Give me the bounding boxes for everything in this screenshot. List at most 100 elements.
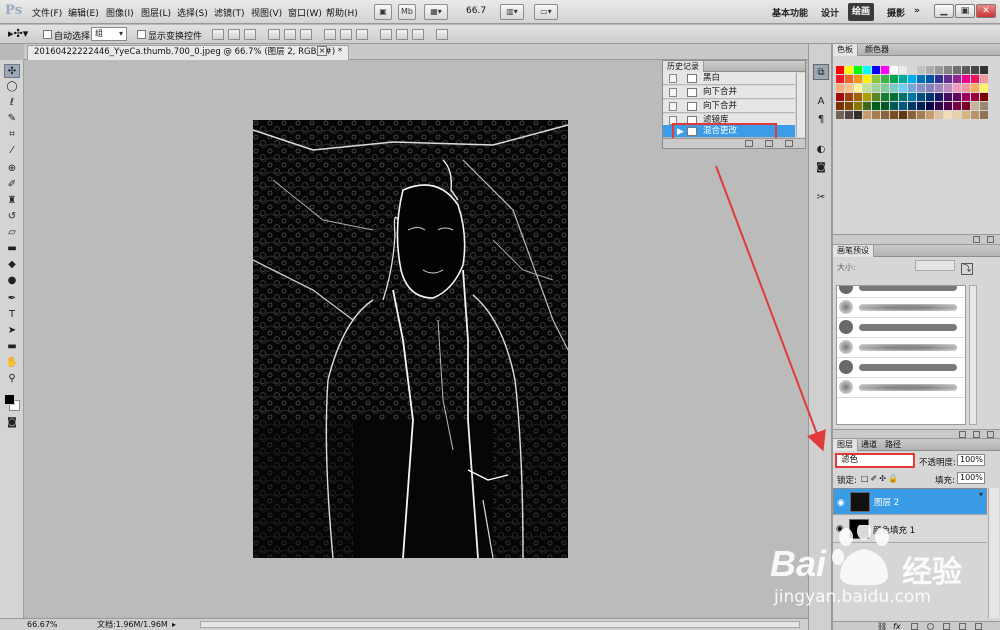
close-button[interactable]: ✕ bbox=[976, 4, 996, 18]
zoom-tool-icon[interactable]: ⚲ bbox=[4, 372, 20, 386]
color-swatch[interactable] bbox=[944, 84, 952, 92]
color-swatch[interactable] bbox=[890, 66, 898, 74]
color-swatch[interactable] bbox=[953, 66, 961, 74]
color-swatch[interactable] bbox=[845, 66, 853, 74]
color-swatch[interactable] bbox=[836, 102, 844, 110]
color-swatch[interactable] bbox=[962, 66, 970, 74]
hand-tool-icon[interactable]: ✋ bbox=[4, 356, 20, 370]
fill-input[interactable]: 100% bbox=[957, 472, 985, 484]
color-swatch[interactable] bbox=[917, 84, 925, 92]
color-swatch[interactable] bbox=[899, 84, 907, 92]
color-swatch[interactable] bbox=[836, 84, 844, 92]
blur-tool-icon[interactable]: ◆ bbox=[4, 258, 20, 272]
paragraph-panel-icon[interactable]: ¶ bbox=[813, 112, 829, 128]
tab-channels[interactable]: 通道 bbox=[857, 439, 881, 451]
color-swatch[interactable] bbox=[845, 75, 853, 83]
lasso-tool-icon[interactable]: ℓ bbox=[4, 96, 20, 110]
show-transform-checkbox[interactable] bbox=[137, 30, 146, 39]
workspace-painting[interactable]: 绘画 bbox=[848, 3, 875, 21]
color-swatch[interactable] bbox=[935, 93, 943, 101]
bridge-button[interactable]: ▣ bbox=[374, 4, 392, 20]
delete-swatch-icon[interactable] bbox=[987, 236, 994, 243]
brush-preset[interactable] bbox=[837, 358, 965, 378]
tools-presets-icon[interactable]: ✂ bbox=[813, 190, 829, 206]
color-swatch[interactable] bbox=[863, 111, 871, 119]
align-top-icon[interactable] bbox=[212, 29, 224, 40]
foreground-color-swatch[interactable] bbox=[4, 394, 15, 405]
eraser-tool-icon[interactable]: ▱ bbox=[4, 226, 20, 240]
color-swatch[interactable] bbox=[854, 84, 862, 92]
history-snapshot-box[interactable] bbox=[669, 102, 677, 111]
color-swatch[interactable] bbox=[836, 75, 844, 83]
history-item[interactable]: 向下合并 bbox=[663, 100, 795, 113]
layer-name[interactable]: 图层 2 bbox=[874, 497, 899, 509]
tab-swatches[interactable]: 色板 bbox=[833, 44, 858, 56]
align-vcenter-icon[interactable] bbox=[228, 29, 240, 40]
history-snapshot-box[interactable] bbox=[669, 88, 677, 97]
color-swatch[interactable] bbox=[953, 93, 961, 101]
brush-preset[interactable] bbox=[837, 378, 965, 398]
status-zoom[interactable]: 66.67% bbox=[27, 619, 58, 630]
color-swatch[interactable] bbox=[917, 75, 925, 83]
color-swatch[interactable] bbox=[908, 93, 916, 101]
brush-preset[interactable] bbox=[837, 286, 965, 298]
color-swatch[interactable] bbox=[953, 111, 961, 119]
opacity-input[interactable]: 100% bbox=[957, 454, 985, 466]
color-swatch[interactable] bbox=[854, 93, 862, 101]
menu-view[interactable]: 视图(V) bbox=[251, 6, 282, 19]
color-swatch[interactable] bbox=[863, 84, 871, 92]
workspace-photography[interactable]: 摄影 bbox=[887, 6, 905, 19]
color-swatch[interactable] bbox=[980, 66, 988, 74]
color-swatch[interactable] bbox=[971, 111, 979, 119]
color-swatch[interactable] bbox=[845, 84, 853, 92]
status-doc-info[interactable]: 文档:1.96M/1.96M bbox=[97, 619, 168, 630]
color-swatch[interactable] bbox=[935, 84, 943, 92]
color-swatch[interactable] bbox=[908, 66, 916, 74]
color-swatch[interactable] bbox=[908, 111, 916, 119]
workspace-design[interactable]: 设计 bbox=[821, 6, 839, 19]
color-swatch[interactable] bbox=[944, 102, 952, 110]
delete-state-icon[interactable] bbox=[785, 140, 793, 147]
color-swatch[interactable] bbox=[926, 66, 934, 74]
color-swatch[interactable] bbox=[890, 111, 898, 119]
color-swatch[interactable] bbox=[953, 102, 961, 110]
menu-help[interactable]: 帮助(H) bbox=[326, 6, 358, 19]
history-tab[interactable]: 历史记录 bbox=[663, 61, 704, 72]
delete-brush-icon[interactable] bbox=[987, 431, 994, 438]
color-swatch[interactable] bbox=[926, 84, 934, 92]
marquee-tool-icon[interactable]: ◯ bbox=[4, 80, 20, 94]
color-swatch[interactable] bbox=[962, 84, 970, 92]
restore-button[interactable]: ▣ bbox=[955, 4, 975, 18]
color-swatch[interactable] bbox=[899, 93, 907, 101]
color-swatch[interactable] bbox=[854, 111, 862, 119]
color-swatch[interactable] bbox=[881, 75, 889, 83]
color-swatch[interactable] bbox=[980, 75, 988, 83]
color-swatch[interactable] bbox=[899, 75, 907, 83]
color-swatch[interactable] bbox=[971, 84, 979, 92]
new-document-from-state-icon[interactable] bbox=[745, 140, 753, 147]
new-swatch-icon[interactable] bbox=[973, 236, 980, 243]
color-swatch[interactable] bbox=[836, 111, 844, 119]
color-swatch[interactable] bbox=[863, 66, 871, 74]
color-swatch[interactable] bbox=[845, 93, 853, 101]
color-swatch[interactable] bbox=[872, 111, 880, 119]
distribute-left-icon[interactable] bbox=[380, 29, 392, 40]
color-swatch[interactable] bbox=[971, 66, 979, 74]
create-brush-icon[interactable]: ⤵ bbox=[961, 263, 973, 275]
color-swatch[interactable] bbox=[881, 84, 889, 92]
menu-layer[interactable]: 图层(L) bbox=[141, 6, 171, 19]
color-swatch[interactable] bbox=[971, 75, 979, 83]
color-swatch[interactable] bbox=[917, 93, 925, 101]
workspace-more-button[interactable]: » bbox=[914, 6, 920, 16]
auto-align-icon[interactable] bbox=[436, 29, 448, 40]
zoom-level[interactable]: 66.7 bbox=[466, 6, 486, 16]
color-swatch[interactable] bbox=[971, 102, 979, 110]
color-swatch[interactable] bbox=[917, 66, 925, 74]
distribute-top-icon[interactable] bbox=[324, 29, 336, 40]
color-swatch[interactable] bbox=[935, 75, 943, 83]
color-swatch[interactable] bbox=[899, 111, 907, 119]
color-swatch[interactable] bbox=[836, 93, 844, 101]
color-swatch[interactable] bbox=[899, 66, 907, 74]
status-menu-arrow-icon[interactable]: ▸ bbox=[172, 619, 176, 630]
color-swatch[interactable] bbox=[863, 75, 871, 83]
